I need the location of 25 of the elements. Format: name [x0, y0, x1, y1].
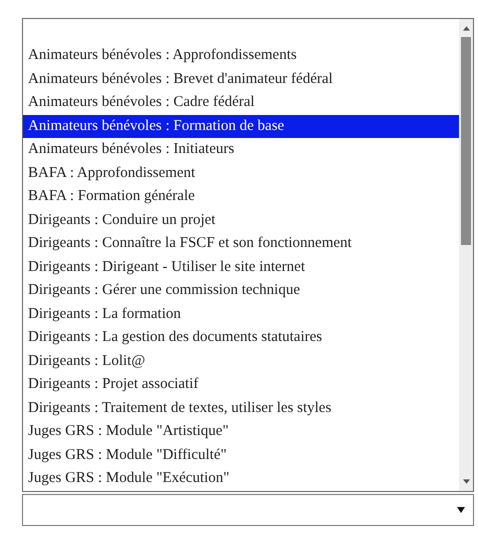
dropdown-option[interactable]: Animateurs bénévoles : Cadre fédéral: [23, 91, 459, 114]
dropdown-option[interactable]: Animateurs bénévoles : Initiateurs: [23, 138, 459, 162]
scrollbar[interactable]: [459, 19, 473, 491]
dropdown-option[interactable]: Dirigeants : Projet associatif: [23, 373, 459, 396]
caret-icon: [457, 507, 465, 513]
dropdown-option[interactable]: Dirigeants : La formation: [23, 302, 459, 326]
dropdown-option[interactable]: BAFA : Approfondissement: [23, 162, 459, 185]
dropdown-option[interactable]: Animateurs bénévoles : Brevet d'animateur fédéral: [23, 68, 459, 91]
dropdown-option[interactable]: Animateurs bénévoles : Formation de base: [23, 114, 459, 138]
dropdown-option[interactable]: Dirigeants : Dirigeant - Utiliser le site internet: [23, 256, 459, 279]
dropdown-field[interactable]: [22, 494, 474, 526]
dropdown-option[interactable]: Dirigeants : Gérer une commission technique: [23, 279, 459, 302]
dropdown-option[interactable]: Juges GRS : Module "Exécution": [23, 467, 459, 490]
scroll-down-icon[interactable]: [462, 479, 470, 485]
dropdown-option[interactable]: Juges GRS : Module "Difficulté": [23, 444, 459, 467]
dropdown-option[interactable]: Dirigeants : La gestion des documents statutaires: [23, 326, 459, 350]
scrollbar-thumb[interactable]: [461, 37, 471, 245]
dropdown-option[interactable]: Animateurs bénévoles : Approfondissements: [23, 44, 459, 68]
dropdown-option[interactable]: Juges GRS : Module "Artistique": [23, 420, 459, 444]
scroll-up-icon[interactable]: [462, 25, 470, 31]
dropdown-option[interactable]: BAFA : Formation générale: [23, 185, 459, 208]
dropdown-option[interactable]: Dirigeants : Traitement de textes, utiliser les styles: [23, 396, 459, 420]
dropdown-option[interactable]: Dirigeants : Lolit@: [23, 350, 459, 373]
dropdown-option[interactable]: Dirigeants : Conduire un projet: [23, 208, 459, 232]
dropdown-option[interactable]: Dirigeants : Connaître la FSCF et son fonctionnement: [23, 232, 459, 256]
